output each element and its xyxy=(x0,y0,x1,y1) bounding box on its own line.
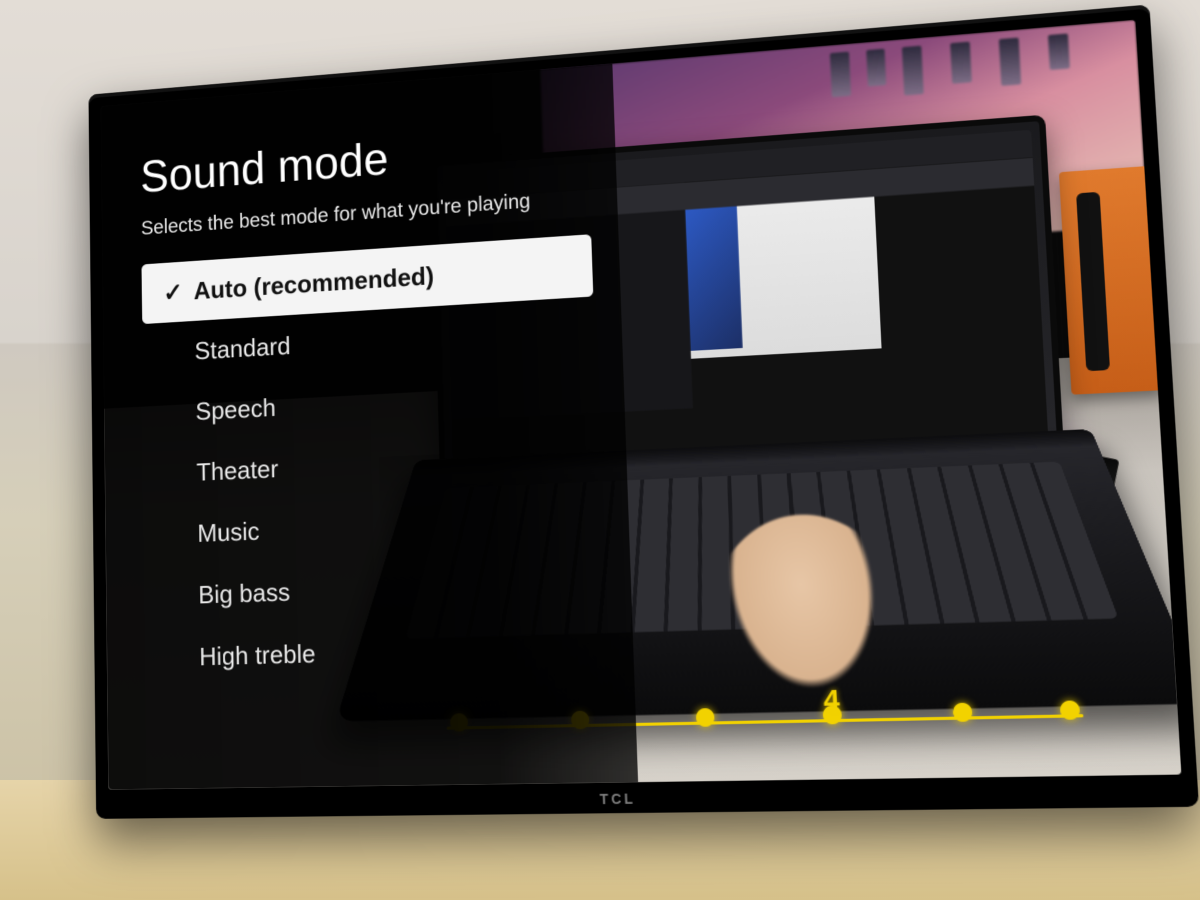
option-label: Standard xyxy=(194,331,290,366)
tv-screen: 4 Sound mode Selects the best mode for w… xyxy=(101,20,1182,790)
option-label: Big bass xyxy=(198,577,290,610)
sound-mode-option[interactable]: ✓High treble xyxy=(146,614,607,690)
tv-brand-label: TCL xyxy=(96,783,1199,813)
tv-frame: 4 Sound mode Selects the best mode for w… xyxy=(88,4,1198,818)
option-label: Music xyxy=(197,516,260,548)
check-icon: ✓ xyxy=(158,277,189,308)
room-background: 4 Sound mode Selects the best mode for w… xyxy=(0,0,1200,900)
sound-mode-options: ✓Auto (recommended)✓Standard✓Speech✓Thea… xyxy=(141,235,606,690)
tv-bezel: 4 Sound mode Selects the best mode for w… xyxy=(101,20,1182,790)
option-label: High treble xyxy=(199,639,316,672)
option-label: Theater xyxy=(196,454,278,487)
option-label: Speech xyxy=(195,393,276,427)
option-label: Auto (recommended) xyxy=(193,261,434,306)
sound-mode-panel: Sound mode Selects the best mode for wha… xyxy=(101,64,639,790)
